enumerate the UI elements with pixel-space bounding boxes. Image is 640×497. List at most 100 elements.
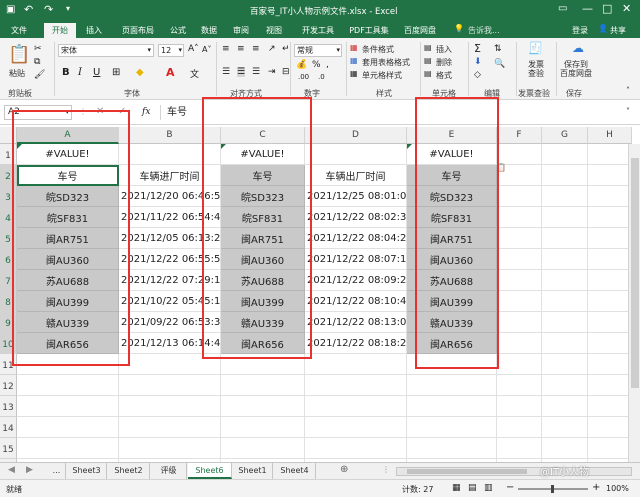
cell[interactable]	[588, 375, 632, 396]
border-icon[interactable]: ⊞	[112, 67, 120, 78]
insert-cells-button[interactable]: 插入	[436, 44, 452, 55]
phonetic-icon[interactable]: 文	[190, 67, 199, 80]
row-header-13[interactable]: 13	[0, 396, 17, 417]
out-time-cell[interactable]: 2021/12/22 08:04:29	[305, 228, 407, 249]
cell[interactable]	[221, 438, 305, 459]
row-header-12[interactable]: 12	[0, 375, 17, 396]
delete-cells-button[interactable]: 删除	[436, 57, 452, 68]
cell[interactable]	[542, 186, 588, 207]
out-time-cell[interactable]: 2021/12/22 08:09:28	[305, 270, 407, 291]
cell[interactable]	[542, 417, 588, 438]
cell[interactable]	[497, 354, 542, 375]
cell[interactable]	[497, 144, 542, 165]
cell[interactable]	[17, 438, 119, 459]
cell[interactable]	[305, 354, 407, 375]
tab-pdf-tools[interactable]: PDF工具集	[346, 23, 392, 38]
cell[interactable]	[588, 249, 632, 270]
sort-filter-icon[interactable]: ⇅	[494, 44, 502, 54]
cell[interactable]	[497, 333, 542, 354]
cell[interactable]	[588, 354, 632, 375]
cell[interactable]	[407, 438, 497, 459]
cell[interactable]	[17, 417, 119, 438]
cell[interactable]	[497, 270, 542, 291]
align-left-icon[interactable]: ☰	[222, 67, 230, 77]
wrap-text-icon[interactable]: ↵	[282, 44, 290, 54]
sheet-tab-sheet4[interactable]: Sheet4	[274, 463, 316, 479]
scrollbar-thumb[interactable]	[631, 158, 639, 388]
percent-icon[interactable]: %	[312, 60, 321, 70]
save-baidu-button[interactable]: 保存到 百度网盘	[560, 60, 592, 78]
tab-file[interactable]: 文件	[4, 23, 34, 38]
find-select-icon[interactable]: 🔍	[494, 59, 505, 69]
cut-icon[interactable]: ✂	[34, 44, 42, 54]
column-header-d[interactable]: D	[305, 127, 407, 144]
align-bottom-icon[interactable]: ≡	[252, 44, 260, 54]
tab-data[interactable]: 数据	[197, 23, 221, 38]
cell[interactable]	[407, 375, 497, 396]
underline-button[interactable]: U	[93, 67, 100, 78]
save-icon[interactable]: ▣	[6, 4, 15, 15]
align-center-icon[interactable]: ☰	[237, 67, 246, 77]
cell[interactable]	[497, 186, 542, 207]
cell[interactable]	[497, 375, 542, 396]
align-top-icon[interactable]: ≡	[222, 44, 230, 54]
paste-button[interactable]: 粘贴	[9, 68, 25, 79]
minimize-icon[interactable]: —	[582, 2, 593, 15]
quick-access-dropdown-icon[interactable]: ▾	[66, 4, 70, 13]
out-time-cell[interactable]: 2021/12/22 08:07:15	[305, 249, 407, 270]
vertical-scrollbar[interactable]	[628, 144, 640, 462]
tell-me-box[interactable]: 告诉我...	[468, 25, 500, 36]
cell[interactable]	[497, 396, 542, 417]
increase-font-icon[interactable]: A˄	[188, 44, 199, 54]
decrease-decimal-icon[interactable]: .0	[318, 73, 325, 81]
scrollbar-thumb[interactable]	[407, 469, 527, 474]
clear-icon[interactable]: ◇	[474, 70, 481, 80]
sheet-tab-rating[interactable]: 评级	[151, 463, 187, 479]
conditional-format-button[interactable]: 条件格式	[362, 44, 394, 55]
sheet-tab-more[interactable]: ...	[48, 463, 66, 479]
font-size-select[interactable]: 12 ▾	[158, 44, 184, 57]
cell[interactable]	[497, 291, 542, 312]
cell[interactable]	[221, 375, 305, 396]
cell[interactable]	[542, 249, 588, 270]
collapse-ribbon-icon[interactable]: ˄	[626, 86, 630, 95]
cell[interactable]	[221, 417, 305, 438]
cell[interactable]	[588, 165, 632, 186]
cell[interactable]	[497, 312, 542, 333]
normal-view-icon[interactable]: ▦	[452, 483, 461, 493]
cell[interactable]	[119, 417, 221, 438]
align-middle-icon[interactable]: ≡	[237, 44, 245, 54]
cell[interactable]	[588, 312, 632, 333]
cell[interactable]	[542, 333, 588, 354]
cell[interactable]	[588, 291, 632, 312]
orientation-icon[interactable]: ↗	[268, 44, 276, 54]
comma-icon[interactable]: ,	[326, 60, 329, 70]
cell[interactable]	[542, 312, 588, 333]
format-cells-button[interactable]: 格式	[436, 70, 452, 81]
cell[interactable]	[119, 396, 221, 417]
fill-icon[interactable]: ⬇	[474, 57, 482, 67]
format-painter-icon[interactable]: 🖌	[34, 70, 45, 80]
cell[interactable]	[542, 144, 588, 165]
number-format-select[interactable]: 常规 ▾	[294, 44, 342, 57]
out-time-cell[interactable]: 2021/12/25 08:01:08	[305, 186, 407, 207]
out-time-cell[interactable]: 2021/12/22 08:02:33	[305, 207, 407, 228]
sign-in-link[interactable]: 登录	[572, 25, 588, 36]
cell[interactable]	[542, 228, 588, 249]
undo-icon[interactable]: ↶	[24, 3, 33, 16]
decrease-font-icon[interactable]: A˅	[202, 45, 211, 54]
autosum-icon[interactable]: Σ	[474, 42, 481, 55]
cell[interactable]	[588, 438, 632, 459]
insert-function-button[interactable]: fx	[142, 107, 150, 117]
copy-icon[interactable]: ⧉	[34, 57, 40, 67]
page-layout-view-icon[interactable]: ▤	[468, 483, 477, 493]
tab-page-layout[interactable]: 页面布局	[114, 23, 162, 38]
cell[interactable]	[588, 270, 632, 291]
cell[interactable]	[497, 228, 542, 249]
zoom-slider-thumb[interactable]	[551, 485, 554, 493]
indent-icon[interactable]: ⇥	[268, 67, 276, 77]
cell[interactable]	[497, 249, 542, 270]
cell[interactable]	[588, 228, 632, 249]
cell[interactable]	[407, 417, 497, 438]
currency-icon[interactable]: 💰	[296, 60, 307, 70]
